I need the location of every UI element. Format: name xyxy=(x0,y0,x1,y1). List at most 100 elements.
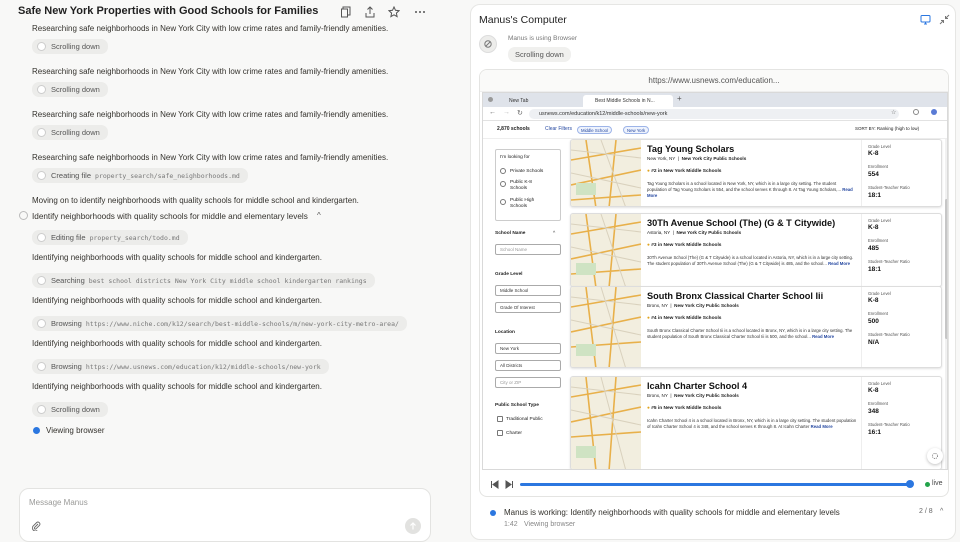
school-city: Bronx, NY xyxy=(647,303,668,308)
tool-chip[interactable]: Browsing https://www.usnews.com/education… xyxy=(32,359,329,374)
address-input[interactable]: usnews.com/education/k12/middle-schools/… xyxy=(529,109,899,119)
tool-chip[interactable]: Scrolling down xyxy=(32,82,108,97)
star-icon[interactable] xyxy=(388,6,400,18)
school-location: Bronx, NY | New York City Public Schools xyxy=(647,393,739,398)
state-select[interactable]: New York xyxy=(495,343,561,354)
composer-placeholder[interactable]: Message Manus xyxy=(29,498,88,507)
chat-message: Identifying neighborhoods with quality s… xyxy=(32,296,322,305)
tool-chip-arg: property_search/safe_neighborhoods.md xyxy=(95,171,240,180)
type-charter: Charter xyxy=(506,431,522,436)
checkbox-charter[interactable] xyxy=(497,430,503,436)
plan-step[interactable]: Identify neighborhoods with quality scho… xyxy=(32,212,308,221)
school-card[interactable]: 30Th Avenue School (The) (G & T Citywide… xyxy=(570,213,942,287)
forward-icon[interactable]: → xyxy=(503,109,510,116)
district-select[interactable]: All Districts xyxy=(495,360,561,371)
school-card[interactable]: Icahn Charter School 4 Bronx, NY | New Yo… xyxy=(570,376,942,469)
read-more-link[interactable]: Read More xyxy=(828,261,850,266)
school-stats: Grade Level K-8 Enrollment 485 Student-Teach… xyxy=(861,214,941,286)
tool-icon xyxy=(37,319,46,328)
school-card[interactable]: Tag Young Scholars New York, NY | New Yor… xyxy=(570,139,942,207)
school-district[interactable]: New York City Public Schools xyxy=(674,303,739,308)
radio-public-k8[interactable] xyxy=(500,181,506,187)
viewing-browser-label[interactable]: Viewing browser xyxy=(46,426,105,435)
school-card[interactable]: South Bronx Classical Charter School Iii… xyxy=(570,286,942,368)
school-district[interactable]: New York City Public Schools xyxy=(674,393,739,398)
message-composer[interactable]: Message Manus xyxy=(19,488,431,542)
grade-value: K-8 xyxy=(868,387,879,394)
monitor-icon[interactable] xyxy=(920,14,931,25)
school-name[interactable]: Tag Young Scholars xyxy=(647,144,734,154)
enrollment-value: 348 xyxy=(868,408,879,415)
progress-bar[interactable] xyxy=(520,483,910,486)
enrollment-label: Enrollment xyxy=(868,238,889,243)
school-name[interactable]: Icahn Charter School 4 xyxy=(647,381,747,391)
tool-chip[interactable]: Editing file property_search/todo.md xyxy=(32,230,188,245)
school-district[interactable]: New York City Public Schools xyxy=(682,156,747,161)
page-scrollbar[interactable] xyxy=(945,139,947,469)
task-status[interactable]: Manus is working: Identify neighborhoods… xyxy=(479,505,949,535)
bookmark-icon[interactable]: ☆ xyxy=(891,109,896,116)
tool-chip-arg: https://www.niche.com/k12/search/best-mi… xyxy=(85,319,399,328)
profile-icon[interactable] xyxy=(931,109,937,115)
school-map xyxy=(571,214,641,286)
grade-value: K-8 xyxy=(868,150,879,157)
sort-by[interactable]: SORT BY: Ranking (high to low) xyxy=(855,126,919,131)
radio-public-high[interactable] xyxy=(500,199,506,205)
tool-chip[interactable]: Scrolling down xyxy=(32,39,108,54)
viewer-url: https://www.usnews.com/education... xyxy=(480,70,948,92)
new-tab-icon[interactable]: + xyxy=(677,94,682,103)
chevron-up-icon[interactable]: ^ xyxy=(940,508,943,515)
school-location: Bronx, NY | New York City Public Schools xyxy=(647,303,739,308)
floating-action-icon[interactable] xyxy=(927,448,943,464)
jump-start-icon[interactable] xyxy=(490,479,499,490)
tool-chip[interactable]: Creating file property_search/safe_neighb… xyxy=(32,168,248,183)
chat-message: Moving on to identify neighborhoods with… xyxy=(32,196,359,205)
checkbox-traditional[interactable] xyxy=(497,416,503,422)
enrollment-label: Enrollment xyxy=(868,164,889,169)
tab-usnews[interactable]: Best Middle Schools in N... xyxy=(583,95,673,107)
tool-chip-arg: property_search/todo.md xyxy=(89,233,180,242)
looking-for-label: I'm looking for xyxy=(500,155,530,160)
radio-private[interactable] xyxy=(500,168,506,174)
tool-chip[interactable]: Browsing https://www.niche.com/k12/search… xyxy=(32,316,407,331)
school-name-input[interactable]: School Name xyxy=(495,244,561,255)
grade-interest-select[interactable]: Grade Of Interest xyxy=(495,302,561,313)
chat-message: Researching safe neighborhoods in New Yo… xyxy=(32,24,389,33)
more-icon[interactable] xyxy=(414,6,426,18)
school-description: Icahn Charter School 4 is a school locat… xyxy=(647,418,857,430)
jump-live-icon[interactable] xyxy=(505,479,514,490)
school-name[interactable]: South Bronx Classical Charter School Iii xyxy=(647,291,823,301)
tool-chip[interactable]: Scrolling down xyxy=(32,402,108,417)
filter-pill-middle[interactable]: Middle School xyxy=(577,126,612,134)
school-rank-text: #4 in New York Middle Schools xyxy=(651,316,722,321)
progress-knob[interactable] xyxy=(906,480,914,488)
city-zip-input[interactable]: City or ZIP xyxy=(495,377,561,388)
school-rank-text: #3 in New York Middle Schools xyxy=(651,243,722,248)
send-button[interactable] xyxy=(405,518,421,534)
grade-select[interactable]: Middle School xyxy=(495,285,561,296)
reload-icon[interactable]: ↻ xyxy=(517,109,523,117)
rank-medal-icon: ● xyxy=(647,169,650,174)
enrollment-label: Enrollment xyxy=(868,311,889,316)
extension-icon[interactable] xyxy=(913,109,919,115)
grade-label: Grade Level xyxy=(868,291,891,296)
school-district[interactable]: New York City Public Schools xyxy=(676,230,741,235)
copy-icon[interactable] xyxy=(340,6,352,18)
back-icon[interactable]: ← xyxy=(489,109,496,116)
read-more-link[interactable]: Read More xyxy=(811,424,833,429)
school-name[interactable]: 30Th Avenue School (The) (G & T Citywide… xyxy=(647,218,835,228)
tool-chip[interactable]: Searching best school districts New York … xyxy=(32,273,375,288)
attach-icon[interactable] xyxy=(31,521,41,531)
chevron-up-icon[interactable]: ^ xyxy=(553,231,555,236)
filter-pill-newyork[interactable]: New York xyxy=(623,126,650,134)
tool-chip-label: Scrolling down xyxy=(51,42,100,51)
tool-chip[interactable]: Scrolling down xyxy=(32,125,108,140)
share-icon[interactable] xyxy=(364,6,376,18)
scroll-thumb[interactable] xyxy=(945,199,947,339)
clear-filters-link[interactable]: Clear Filters xyxy=(545,126,572,132)
read-more-link[interactable]: Read More xyxy=(812,334,834,339)
tab-new[interactable]: New Tab xyxy=(497,95,577,107)
computer-pane: Manus's Computer Manus is using Browser … xyxy=(470,4,956,540)
chevron-up-icon[interactable]: ^ xyxy=(317,211,321,220)
collapse-icon[interactable] xyxy=(939,14,950,25)
